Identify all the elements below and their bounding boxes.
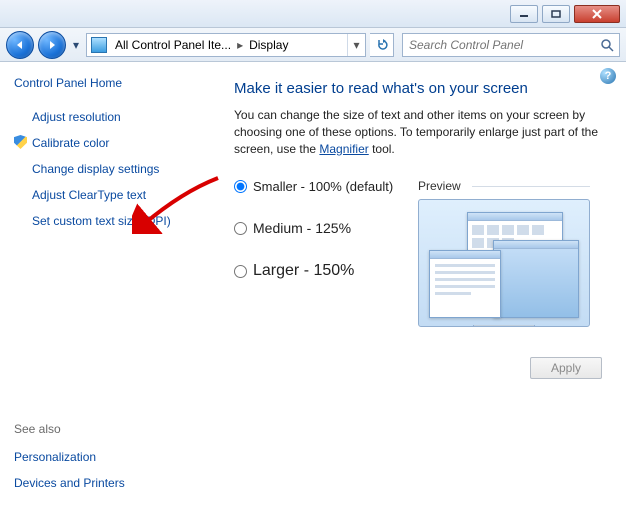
arrow-left-icon <box>14 39 26 51</box>
magnifier-link[interactable]: Magnifier <box>319 142 368 156</box>
sidebar-personalization[interactable]: Personalization <box>14 448 200 466</box>
titlebar <box>0 0 626 28</box>
radio-smaller-input[interactable] <box>234 180 247 193</box>
desc-text-post: tool. <box>369 142 395 156</box>
chevron-right-icon[interactable]: ▸ <box>235 38 245 52</box>
scale-options: Smaller - 100% (default) Medium - 125% L… <box>234 179 606 327</box>
control-panel-icon <box>91 37 107 53</box>
search-icon <box>595 38 619 52</box>
chevron-down-icon: ▾ <box>73 38 79 52</box>
preview-window-list <box>429 250 501 318</box>
search-box[interactable] <box>402 33 620 57</box>
body: Control Panel Home Adjust resolution Cal… <box>0 62 626 506</box>
sidebar-adjust-resolution[interactable]: Adjust resolution <box>14 108 200 126</box>
refresh-button[interactable] <box>370 33 394 57</box>
radio-medium[interactable]: Medium - 125% <box>234 220 394 236</box>
address-dropdown[interactable]: ▾ <box>347 34 365 56</box>
radio-medium-input[interactable] <box>234 222 247 235</box>
search-input[interactable] <box>403 37 595 53</box>
sidebar-set-custom-text-size[interactable]: Set custom text size (DPI) <box>14 212 200 230</box>
help-icon[interactable]: ? <box>600 68 616 84</box>
see-also-header: See also <box>14 422 200 436</box>
page-description: You can change the size of text and othe… <box>234 107 606 157</box>
content-pane: ? Make it easier to read what's on your … <box>214 62 626 506</box>
preview-window-blank <box>493 240 579 318</box>
radio-larger-label: Larger - 150% <box>253 262 354 280</box>
radio-larger[interactable]: Larger - 150% <box>234 262 394 280</box>
back-button[interactable] <box>6 31 34 59</box>
breadcrumb-display[interactable]: Display <box>245 34 292 56</box>
sidebar-change-display-settings[interactable]: Change display settings <box>14 160 200 178</box>
sidebar: Control Panel Home Adjust resolution Cal… <box>0 62 214 506</box>
recent-locations-dropdown[interactable]: ▾ <box>70 35 82 55</box>
address-bar[interactable]: All Control Panel Ite... ▸ Display ▾ <box>86 33 366 57</box>
preview-label: Preview <box>418 179 590 193</box>
refresh-icon <box>375 38 389 52</box>
radio-smaller-label: Smaller - 100% (default) <box>253 179 393 194</box>
chevron-down-icon: ▾ <box>353 38 359 52</box>
minimize-button[interactable] <box>510 5 538 23</box>
minimize-icon <box>519 10 529 18</box>
sidebar-adjust-cleartype[interactable]: Adjust ClearType text <box>14 186 200 204</box>
radio-medium-label: Medium - 125% <box>253 220 351 236</box>
preview-monitor <box>418 199 590 327</box>
page-title: Make it easier to read what's on your sc… <box>234 80 606 97</box>
arrow-right-icon <box>46 39 58 51</box>
control-panel-home-link[interactable]: Control Panel Home <box>14 76 200 90</box>
apply-button[interactable]: Apply <box>530 357 602 379</box>
close-button[interactable] <box>574 5 620 23</box>
forward-button[interactable] <box>38 31 66 59</box>
maximize-icon <box>551 10 561 18</box>
desc-text-pre: You can change the size of text and othe… <box>234 108 598 156</box>
radio-larger-input[interactable] <box>234 265 247 278</box>
navbar: ▾ All Control Panel Ite... ▸ Display ▾ <box>0 28 626 62</box>
close-icon <box>591 9 603 19</box>
radio-smaller[interactable]: Smaller - 100% (default) <box>234 179 394 194</box>
breadcrumb-all-items[interactable]: All Control Panel Ite... <box>111 34 235 56</box>
sidebar-calibrate-color[interactable]: Calibrate color <box>14 134 200 152</box>
sidebar-devices-printers[interactable]: Devices and Printers <box>14 474 200 492</box>
maximize-button[interactable] <box>542 5 570 23</box>
